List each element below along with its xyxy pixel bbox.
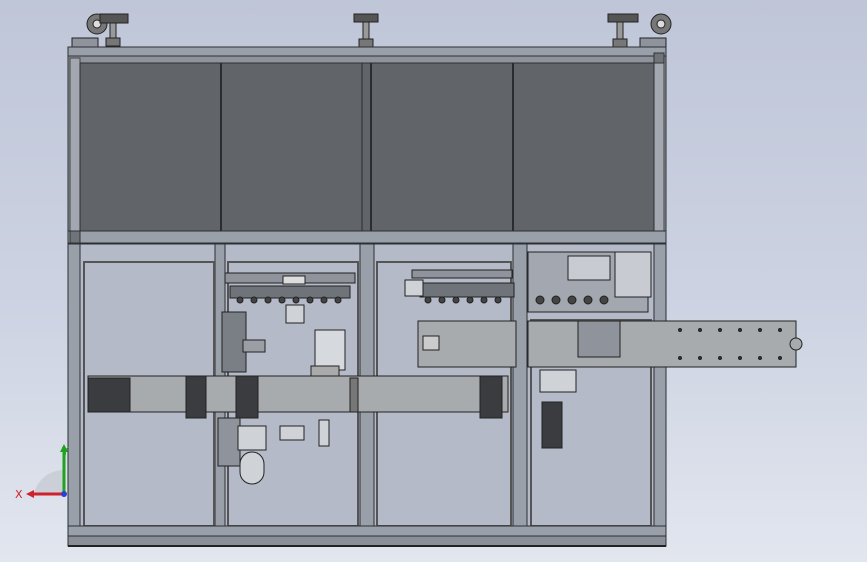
cad-viewport[interactable]: X Y [0,0,867,562]
side-conveyor [527,320,803,368]
leveling-foot-icon [105,22,121,47]
cad-model-drawing: X Y [15,13,803,547]
upper-cabinet [67,46,667,245]
leveling-foot-icon [607,13,639,48]
coordinate-triad-icon: X Y [15,444,69,501]
y-axis-label: Y [61,445,69,458]
leveling-foot-icon [353,13,379,48]
caster-wheel-icon [639,13,672,49]
x-axis-label: X [15,488,23,501]
